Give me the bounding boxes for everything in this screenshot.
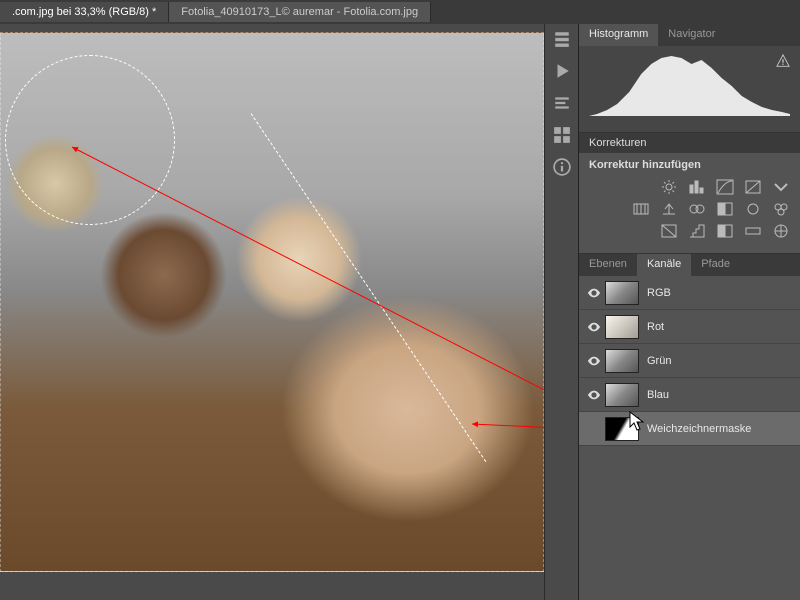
tab-histogram[interactable]: Histogramm [579, 24, 658, 46]
posterize-icon[interactable] [688, 223, 706, 239]
adjustments-header: Korrekturen [579, 133, 800, 153]
channels-panel: Ebenen Kanäle Pfade RGB Rot Grün Blau Weichz… [579, 253, 800, 600]
invert-icon[interactable] [660, 223, 678, 239]
swatches-icon[interactable] [553, 126, 571, 144]
tab-layers[interactable]: Ebenen [579, 254, 637, 276]
play-icon[interactable] [553, 62, 571, 80]
more-icon[interactable] [772, 179, 790, 195]
channel-row[interactable]: Grün [579, 344, 800, 378]
collapse-icon[interactable] [553, 30, 571, 48]
visibility-toggle[interactable] [583, 388, 605, 402]
tab-paths[interactable]: Pfade [691, 254, 740, 276]
image-canvas[interactable] [0, 32, 544, 572]
channel-row[interactable]: Weichzeichnermaske [579, 412, 800, 446]
paragraph-icon[interactable] [553, 94, 571, 112]
channel-label: RGB [647, 287, 671, 299]
warning-icon[interactable] [776, 54, 790, 68]
document-tab[interactable]: .com.jpg bei 33,3% (RGB/8) * [0, 2, 169, 22]
channelmixer-icon[interactable] [772, 201, 790, 217]
channel-label: Weichzeichnermaske [647, 423, 751, 435]
vibrance-icon[interactable] [632, 201, 650, 217]
channel-row[interactable]: Rot [579, 310, 800, 344]
document-tab-bar: .com.jpg bei 33,3% (RGB/8) * Fotolia_409… [0, 0, 800, 24]
threshold-icon[interactable] [716, 223, 734, 239]
channel-label: Grün [647, 355, 671, 367]
gradientmap-icon[interactable] [744, 223, 762, 239]
levels-icon[interactable] [688, 179, 706, 195]
channel-row[interactable]: RGB [579, 276, 800, 310]
bw-icon[interactable] [716, 201, 734, 217]
curves-icon[interactable] [716, 179, 734, 195]
selection-marquee [251, 113, 487, 462]
channel-thumbnail [605, 383, 639, 407]
hue-icon[interactable] [660, 201, 678, 217]
histogram-panel [579, 46, 800, 132]
channel-thumbnail [605, 315, 639, 339]
adjustments-panel: Korrekturen Korrektur hinzufügen [579, 132, 800, 253]
selective-icon[interactable] [772, 223, 790, 239]
canvas-area[interactable] [0, 24, 544, 600]
document-tab[interactable]: Fotolia_40910173_L© auremar - Fotolia.co… [169, 2, 431, 22]
channel-row[interactable]: Blau [579, 378, 800, 412]
visibility-toggle[interactable] [583, 320, 605, 334]
photofilter-icon[interactable] [744, 201, 762, 217]
channel-thumbnail [605, 349, 639, 373]
info-icon[interactable] [553, 158, 571, 176]
channel-thumbnail [605, 417, 639, 441]
tab-navigator[interactable]: Navigator [658, 24, 725, 46]
selection-marquee [5, 55, 175, 225]
panel-strip [544, 24, 578, 600]
panels-area: Histogramm Navigator Korrekturen Korrekt… [578, 24, 800, 600]
channels-panel-tabs: Ebenen Kanäle Pfade [579, 254, 800, 276]
visibility-toggle[interactable] [583, 354, 605, 368]
adjustments-title: Korrektur hinzufügen [589, 159, 790, 171]
photo-content [0, 32, 544, 572]
brightness-icon[interactable] [660, 179, 678, 195]
channel-label: Rot [647, 321, 664, 333]
histogram-graph [589, 52, 790, 116]
tab-channels[interactable]: Kanäle [637, 254, 691, 276]
visibility-toggle[interactable] [583, 286, 605, 300]
histogram-panel-tabs: Histogramm Navigator [579, 24, 800, 46]
channel-thumbnail [605, 281, 639, 305]
channel-label: Blau [647, 389, 669, 401]
colorbalance-icon[interactable] [688, 201, 706, 217]
exposure-icon[interactable] [744, 179, 762, 195]
